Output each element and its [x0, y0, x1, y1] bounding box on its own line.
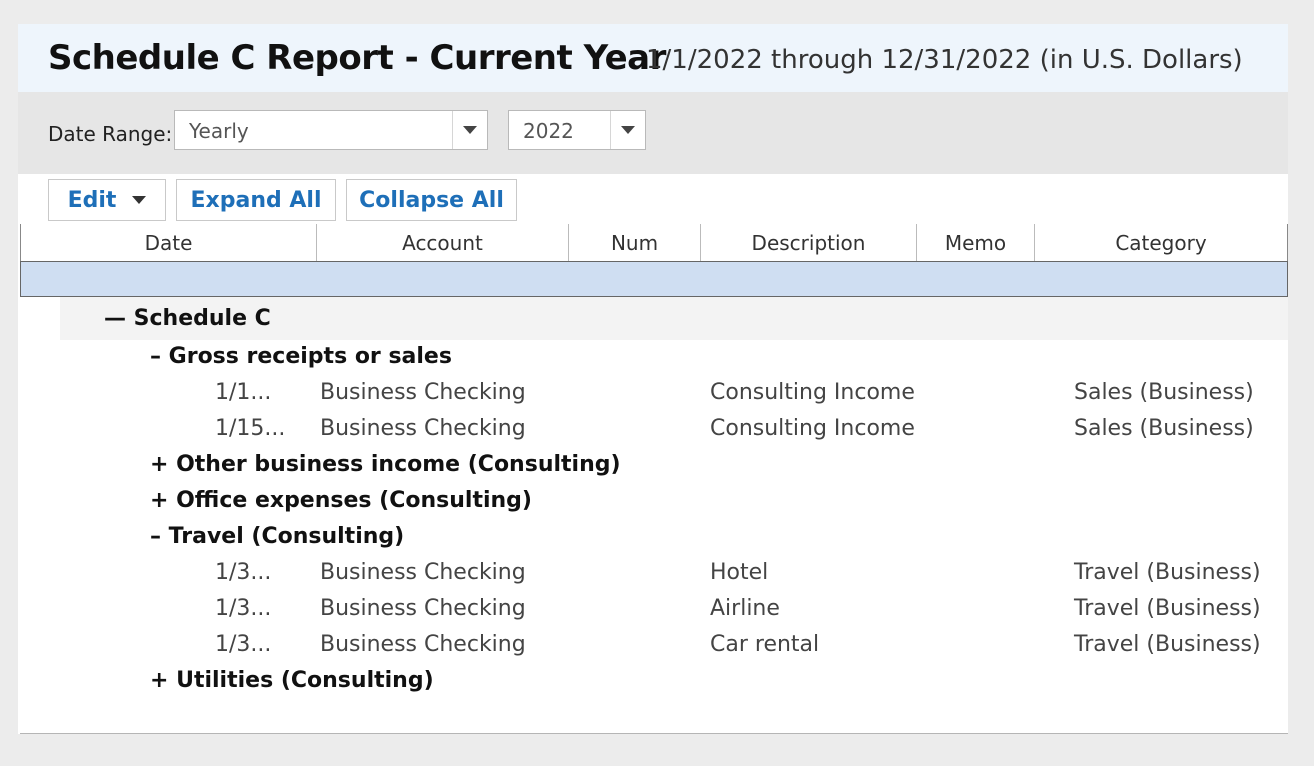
column-header-num[interactable]: Num — [569, 224, 701, 261]
cell-account: Business Checking — [320, 380, 526, 405]
cell-account: Business Checking — [320, 560, 526, 585]
cell-category: Sales (Business) — [1074, 380, 1254, 405]
cell-description: Consulting Income — [710, 380, 915, 405]
report-window: Schedule C Report - Current Year 1/1/202… — [18, 24, 1288, 734]
group-other-business-income[interactable]: + Other business income (Consulting) — [150, 452, 621, 477]
date-range-label: Date Range: — [48, 122, 173, 146]
chevron-down-icon[interactable] — [452, 111, 487, 149]
cell-description: Consulting Income — [710, 416, 915, 441]
period-select-value: Yearly — [189, 119, 249, 143]
column-header-description[interactable]: Description — [701, 224, 917, 261]
cell-date: 1/1... — [215, 380, 272, 405]
caret-down-icon — [132, 196, 147, 204]
edit-button-label: Edit — [67, 187, 117, 213]
column-header-memo[interactable]: Memo — [917, 224, 1035, 261]
column-header-category[interactable]: Category — [1035, 224, 1287, 261]
cell-date: 1/3... — [215, 596, 272, 621]
cell-date: 1/15... — [215, 416, 286, 441]
filter-bar: Date Range: Yearly 2022 — [18, 92, 1288, 174]
group-utilities[interactable]: + Utilities (Consulting) — [150, 668, 434, 693]
cell-account: Business Checking — [320, 632, 526, 657]
cell-account: Business Checking — [320, 596, 526, 621]
cell-category: Travel (Business) — [1074, 560, 1261, 585]
expand-all-button[interactable]: Expand All — [176, 179, 336, 221]
column-header-date[interactable]: Date — [21, 224, 317, 261]
chevron-down-icon[interactable] — [610, 111, 645, 149]
edit-menu-button[interactable]: Edit — [48, 179, 166, 221]
group-travel[interactable]: – Travel (Consulting) — [150, 524, 404, 549]
year-select-value: 2022 — [523, 119, 574, 143]
report-date-subtitle: 1/1/2022 through 12/31/2022 (in U.S. Dol… — [646, 45, 1243, 75]
report-bottom-divider — [20, 733, 1288, 734]
page-title: Schedule C Report - Current Year — [48, 38, 666, 78]
column-header-row: Date Account Num Description Memo Catego… — [20, 224, 1288, 261]
period-select[interactable]: Yearly — [174, 110, 488, 150]
cell-account: Business Checking — [320, 416, 526, 441]
cell-date: 1/3... — [215, 632, 272, 657]
cell-description: Airline — [710, 596, 780, 621]
cell-date: 1/3... — [215, 560, 272, 585]
cell-description: Hotel — [710, 560, 769, 585]
tree-root-schedule-c[interactable]: — Schedule C — [104, 306, 271, 331]
selected-row[interactable] — [20, 261, 1288, 297]
column-header-account[interactable]: Account — [317, 224, 569, 261]
cell-category: Sales (Business) — [1074, 416, 1254, 441]
group-office-expenses[interactable]: + Office expenses (Consulting) — [150, 488, 532, 513]
cell-category: Travel (Business) — [1074, 632, 1261, 657]
collapse-all-button[interactable]: Collapse All — [346, 179, 517, 221]
cell-description: Car rental — [710, 632, 820, 657]
group-gross-receipts[interactable]: – Gross receipts or sales — [150, 344, 452, 369]
year-select[interactable]: 2022 — [508, 110, 646, 150]
cell-category: Travel (Business) — [1074, 596, 1261, 621]
report-header: Schedule C Report - Current Year 1/1/202… — [18, 24, 1288, 92]
